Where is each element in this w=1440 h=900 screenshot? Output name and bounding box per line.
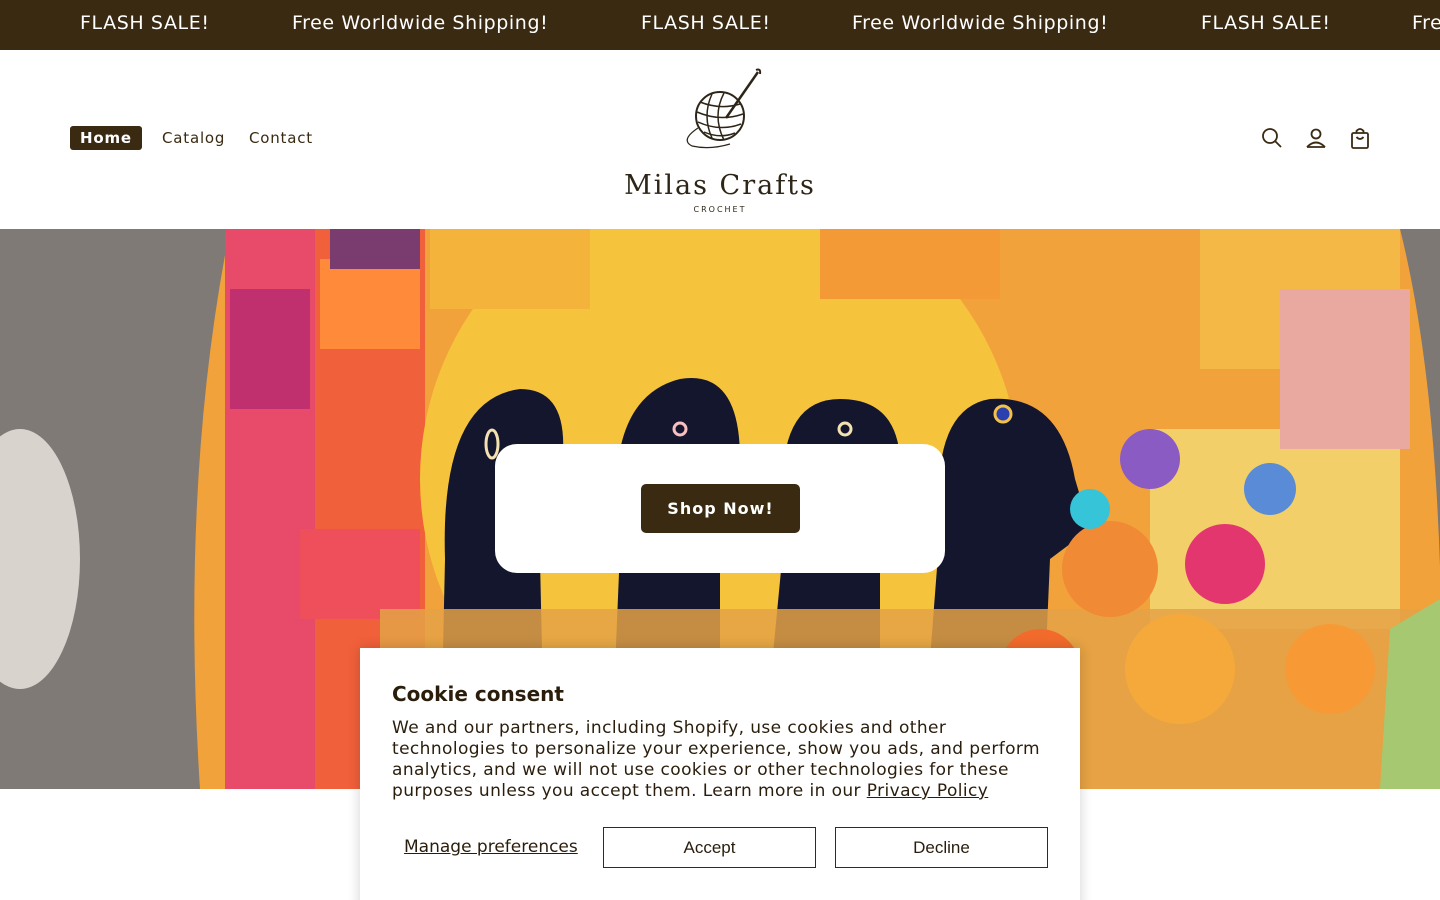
announcement-item: Free Worldwide Shipping!: [292, 12, 549, 34]
site-header: Home Catalog Contact Milas Crafts CROCHE…: [0, 50, 1440, 229]
shop-now-button[interactable]: Shop Now!: [641, 484, 800, 533]
nav-contact[interactable]: Contact: [249, 129, 313, 147]
cart-icon[interactable]: [1348, 126, 1372, 150]
logo-title: Milas Crafts: [624, 170, 816, 201]
hero-card: Shop Now!: [495, 444, 945, 573]
privacy-policy-link[interactable]: Privacy Policy: [867, 781, 988, 801]
cookie-body: We and our partners, including Shopify, …: [392, 718, 1052, 802]
yarn-ball-icon: [686, 68, 762, 149]
search-icon[interactable]: [1260, 126, 1284, 150]
announcement-item: FLASH SALE!: [80, 12, 210, 34]
site-logo[interactable]: Milas Crafts CROCHET: [620, 66, 820, 214]
announcement-item: FLASH SALE!: [1201, 12, 1331, 34]
announcement-bar: FLASH SALE! Free Worldwide Shipping! FLA…: [0, 0, 1440, 50]
cookie-title: Cookie consent: [392, 682, 564, 706]
nav-catalog[interactable]: Catalog: [162, 129, 225, 147]
accept-button[interactable]: Accept: [603, 827, 816, 868]
decline-button[interactable]: Decline: [835, 827, 1048, 868]
account-icon[interactable]: [1304, 126, 1328, 150]
announcement-item: Free Worldwide Shipping!: [852, 12, 1109, 34]
announcement-item: FLASH SALE!: [641, 12, 771, 34]
logo-subtitle: CROCHET: [693, 205, 747, 214]
cookie-consent-dialog: Cookie consent We and our partners, incl…: [360, 648, 1080, 900]
manage-preferences-link[interactable]: Manage preferences: [404, 837, 578, 857]
nav-home[interactable]: Home: [70, 126, 142, 150]
announcement-item: Free Worldwide Shipping!: [1412, 12, 1440, 34]
